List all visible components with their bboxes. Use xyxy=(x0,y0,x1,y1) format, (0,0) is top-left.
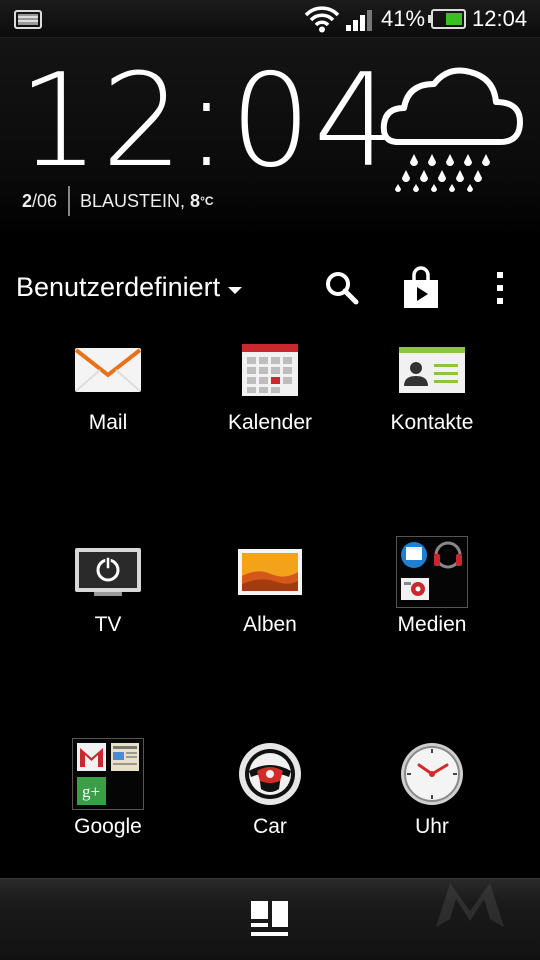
view-selector-dropdown[interactable]: Benutzerdefiniert xyxy=(16,270,243,304)
app-car[interactable]: Car xyxy=(190,738,350,878)
home-button-icon[interactable] xyxy=(250,899,290,939)
folder-google[interactable]: g+ Google xyxy=(28,738,188,878)
date-separator xyxy=(68,186,70,216)
albums-icon xyxy=(234,536,306,608)
store-icon[interactable] xyxy=(400,266,442,310)
google-folder-icon: g+ xyxy=(72,738,144,810)
app-label: Car xyxy=(253,815,287,838)
app-tv[interactable]: TV xyxy=(28,536,188,676)
app-uhr[interactable]: Uhr xyxy=(352,738,512,878)
mail-icon xyxy=(72,334,144,406)
tv-icon xyxy=(72,536,144,608)
date-month: /06 xyxy=(32,191,58,211)
app-label: Uhr xyxy=(415,815,449,838)
app-kalender[interactable]: Kalender xyxy=(190,334,350,474)
app-drawer-toolbar: Benutzerdefiniert xyxy=(0,260,540,316)
status-time: 12:04 xyxy=(472,6,528,31)
app-label: Alben xyxy=(243,613,297,636)
app-label: Kontakte xyxy=(390,411,474,434)
calendar-icon xyxy=(234,334,306,406)
search-icon[interactable] xyxy=(322,268,362,308)
signal-icon xyxy=(346,10,372,31)
widget-location: BLAUSTEIN, 8°C xyxy=(80,190,214,212)
widget-date: 2/06 xyxy=(22,190,57,212)
app-label: Mail xyxy=(88,411,128,434)
battery-percent: 41% xyxy=(381,6,426,31)
folder-medien[interactable]: Medien xyxy=(352,536,512,676)
chevron-down-icon xyxy=(228,286,243,294)
status-bar[interactable]: 41% 12:04 xyxy=(0,0,540,38)
app-label: Kalender xyxy=(227,411,313,434)
temperature: 8 xyxy=(190,191,201,211)
media-folder-icon xyxy=(396,536,468,608)
app-label: TV xyxy=(94,613,122,636)
app-alben[interactable]: Alben xyxy=(190,536,350,676)
contacts-icon xyxy=(396,334,468,406)
battery-icon xyxy=(428,9,466,29)
date-day: 2 xyxy=(22,191,33,211)
car-icon xyxy=(234,738,306,810)
app-label: Google xyxy=(74,815,142,838)
clock-icon xyxy=(396,738,468,810)
widget-clock: 12:04 xyxy=(18,47,397,196)
app-mail[interactable]: Mail xyxy=(28,334,188,474)
navigation-bar xyxy=(0,878,540,960)
watermark-logo xyxy=(436,883,504,927)
svg-text:g+: g+ xyxy=(82,782,100,801)
temperature-unit: °C xyxy=(200,194,214,208)
clock-weather-widget[interactable]: 12:04 2/06 BLAUSTEIN, 8°C xyxy=(0,38,540,238)
view-selector-label: Benutzerdefiniert xyxy=(16,272,221,302)
notification-icon xyxy=(14,10,42,29)
app-kontakte[interactable]: Kontakte xyxy=(352,334,512,474)
app-label: Medien xyxy=(397,613,467,636)
wifi-icon xyxy=(304,6,340,33)
overflow-menu-icon[interactable] xyxy=(488,268,512,308)
rain-cloud-icon xyxy=(380,67,523,192)
location-name: BLAUSTEIN, xyxy=(80,191,186,211)
